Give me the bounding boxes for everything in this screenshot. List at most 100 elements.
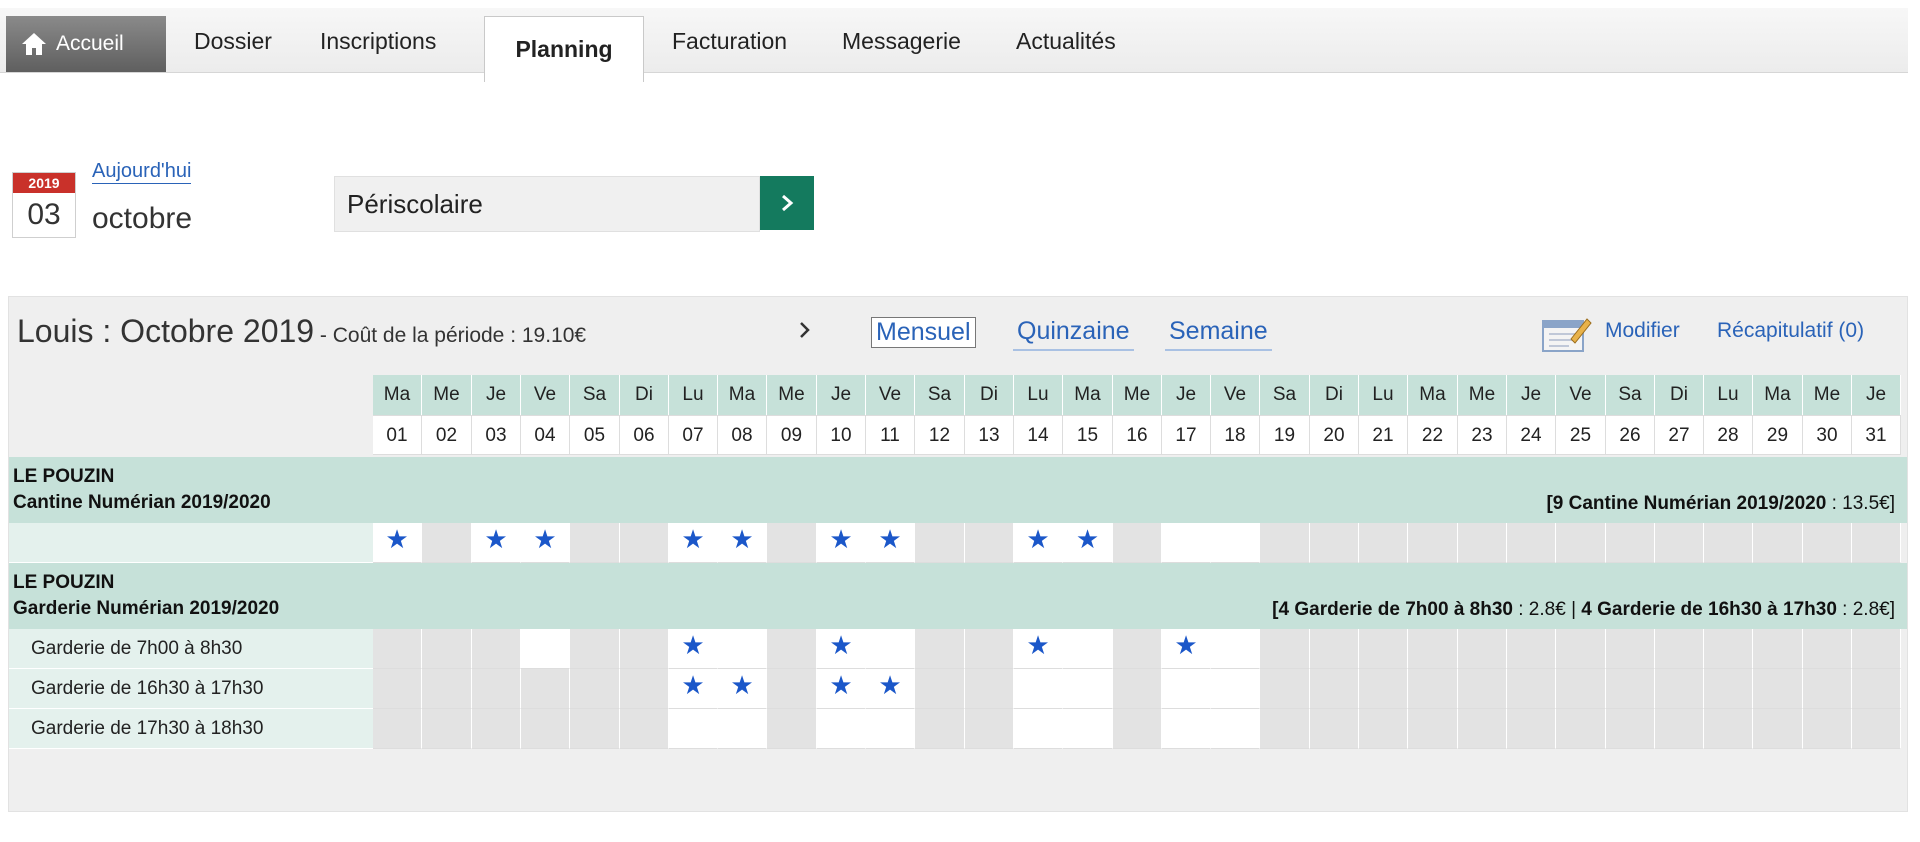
edit-calendar-icon[interactable] bbox=[1541, 313, 1593, 353]
day-cell[interactable]: ★ bbox=[866, 523, 915, 563]
day-cell[interactable]: ★ bbox=[718, 523, 767, 563]
day-cell[interactable] bbox=[1211, 669, 1260, 709]
activity-select[interactable]: Périscolaire bbox=[334, 176, 760, 232]
date-header: 12 bbox=[915, 415, 965, 455]
day-cell[interactable]: ★ bbox=[718, 669, 767, 709]
day-cell bbox=[1606, 629, 1655, 669]
day-cell bbox=[521, 669, 570, 709]
day-cell bbox=[767, 523, 817, 563]
star-icon: ★ bbox=[385, 524, 409, 554]
star-icon: ★ bbox=[730, 524, 754, 554]
chevron-right-icon bbox=[800, 322, 810, 338]
group-summary: [9 Cantine Numérian 2019/2020 : 13.5€] bbox=[1546, 493, 1895, 515]
date-header: 17 bbox=[1162, 415, 1211, 455]
tab-planning[interactable]: Planning bbox=[484, 16, 644, 82]
planning-panel: Louis : Octobre 2019 - Coût de la périod… bbox=[8, 296, 1908, 812]
date-header: 30 bbox=[1803, 415, 1852, 455]
day-cell bbox=[472, 669, 521, 709]
day-cell[interactable]: ★ bbox=[1162, 629, 1211, 669]
group-summary-part: 4 Garderie de 16h30 à 17h30 bbox=[1581, 599, 1837, 620]
day-cell bbox=[1260, 709, 1310, 749]
go-button[interactable] bbox=[760, 176, 814, 230]
day-name-header: Lu bbox=[1704, 375, 1753, 415]
day-cell[interactable] bbox=[866, 629, 915, 669]
day-cell bbox=[1260, 523, 1310, 563]
day-cell[interactable] bbox=[1211, 709, 1260, 749]
group-summary-part: : 2.8€ | bbox=[1512, 599, 1582, 620]
day-cell[interactable] bbox=[1211, 523, 1260, 563]
day-cell[interactable]: ★ bbox=[1014, 523, 1063, 563]
day-name-header: Ma bbox=[1408, 375, 1458, 415]
date-header: 08 bbox=[718, 415, 767, 455]
group-summary-part: [9 Cantine Numérian 2019/2020 bbox=[1546, 493, 1827, 514]
day-name-header: Lu bbox=[1014, 375, 1063, 415]
today-link[interactable]: Aujourd'hui bbox=[92, 160, 192, 184]
day-cell[interactable] bbox=[1211, 629, 1260, 669]
view-monthly-button[interactable]: Mensuel bbox=[871, 317, 976, 348]
day-cell[interactable] bbox=[1162, 709, 1211, 749]
tab-dossier[interactable]: Dossier bbox=[194, 28, 272, 55]
summary-link[interactable]: Récapitulatif (0) bbox=[1717, 319, 1864, 343]
date-header: 10 bbox=[817, 415, 866, 455]
group-header-row: LE POUZIN Garderie Numérian 2019/2020 [4 G… bbox=[9, 563, 1907, 629]
day-cell[interactable]: ★ bbox=[866, 669, 915, 709]
star-icon: ★ bbox=[1026, 630, 1050, 660]
group-header-row: LE POUZIN Cantine Numérian 2019/2020 [9 Ca… bbox=[9, 457, 1907, 523]
day-name-header: Ma bbox=[1063, 375, 1113, 415]
day-cell[interactable]: ★ bbox=[817, 669, 866, 709]
day-cell bbox=[1753, 669, 1803, 709]
day-cell[interactable] bbox=[718, 709, 767, 749]
date-header: 25 bbox=[1556, 415, 1606, 455]
day-cell bbox=[1310, 523, 1359, 563]
day-cell bbox=[915, 669, 965, 709]
day-cell[interactable] bbox=[718, 629, 767, 669]
day-cell[interactable]: ★ bbox=[472, 523, 521, 563]
day-cell[interactable] bbox=[1063, 669, 1113, 709]
day-cell bbox=[965, 629, 1014, 669]
tab-inscriptions[interactable]: Inscriptions bbox=[320, 28, 436, 55]
day-cell[interactable] bbox=[817, 709, 866, 749]
date-header: 16 bbox=[1113, 415, 1162, 455]
day-cell[interactable]: ★ bbox=[521, 523, 570, 563]
view-fortnight-button[interactable]: Quinzaine bbox=[1013, 317, 1134, 351]
day-cell bbox=[1704, 709, 1753, 749]
day-cell bbox=[1113, 709, 1162, 749]
day-cell[interactable] bbox=[1014, 709, 1063, 749]
day-cell[interactable]: ★ bbox=[669, 523, 718, 563]
next-period-button[interactable] bbox=[797, 317, 813, 349]
activity-row-label bbox=[9, 523, 373, 563]
day-cell[interactable] bbox=[1063, 629, 1113, 669]
day-cell[interactable] bbox=[521, 629, 570, 669]
tab-messagerie[interactable]: Messagerie bbox=[842, 28, 961, 55]
day-cell[interactable] bbox=[1014, 669, 1063, 709]
day-cell[interactable] bbox=[1162, 669, 1211, 709]
day-name-header: Di bbox=[965, 375, 1014, 415]
day-cell[interactable] bbox=[1063, 709, 1113, 749]
day-cell[interactable] bbox=[669, 709, 718, 749]
tab-home[interactable]: Accueil bbox=[6, 16, 166, 72]
day-cell[interactable] bbox=[1162, 523, 1211, 563]
day-cell bbox=[1606, 523, 1655, 563]
day-cell bbox=[1704, 629, 1753, 669]
day-cell[interactable]: ★ bbox=[669, 669, 718, 709]
day-cell bbox=[1359, 709, 1408, 749]
day-cell[interactable]: ★ bbox=[817, 629, 866, 669]
tab-facturation[interactable]: Facturation bbox=[672, 28, 787, 55]
day-name-header: Sa bbox=[1260, 375, 1310, 415]
day-cell[interactable]: ★ bbox=[1014, 629, 1063, 669]
day-cell[interactable]: ★ bbox=[669, 629, 718, 669]
date-header: 22 bbox=[1408, 415, 1458, 455]
calendar-icon[interactable]: 2019 03 bbox=[12, 172, 76, 238]
day-cell[interactable]: ★ bbox=[373, 523, 422, 563]
date-header: 23 bbox=[1458, 415, 1507, 455]
day-name-header: Je bbox=[472, 375, 521, 415]
day-cell[interactable] bbox=[866, 709, 915, 749]
modify-link[interactable]: Modifier bbox=[1605, 319, 1680, 343]
day-cell[interactable]: ★ bbox=[817, 523, 866, 563]
day-cell bbox=[1458, 669, 1507, 709]
view-week-button[interactable]: Semaine bbox=[1165, 317, 1272, 351]
tab-planning-label: Planning bbox=[515, 36, 613, 62]
day-cell bbox=[1113, 629, 1162, 669]
tab-actualites[interactable]: Actualités bbox=[1016, 28, 1116, 55]
day-cell[interactable]: ★ bbox=[1063, 523, 1113, 563]
